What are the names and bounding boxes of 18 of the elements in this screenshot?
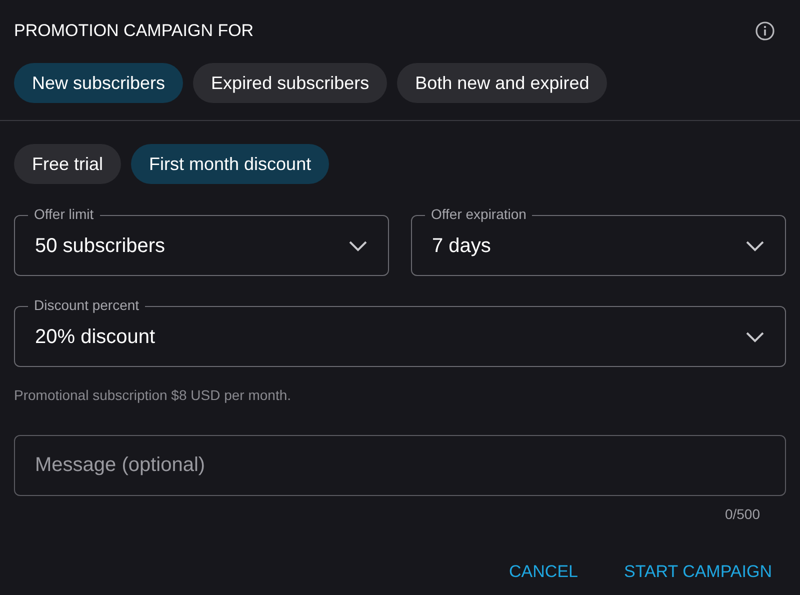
message-field[interactable]: Message (optional) bbox=[14, 435, 786, 496]
offer-type-chip[interactable]: First month discount bbox=[131, 144, 330, 184]
chevron-down-icon bbox=[348, 240, 368, 252]
field-label: Offer expiration bbox=[425, 206, 532, 222]
info-icon[interactable] bbox=[755, 21, 775, 41]
dialog-title: PROMOTION CAMPAIGN FOR bbox=[14, 20, 254, 42]
cancel-button[interactable]: CANCEL bbox=[509, 559, 578, 584]
offer-type-chip[interactable]: Free trial bbox=[14, 144, 122, 184]
audience-chip[interactable]: New subscribers bbox=[14, 63, 184, 103]
audience-chip[interactable]: Expired subscribers bbox=[193, 63, 388, 103]
chevron-down-icon bbox=[745, 240, 765, 252]
audience-chip[interactable]: Both new and expired bbox=[397, 63, 608, 103]
character-counter: 0/500 bbox=[724, 505, 760, 524]
field-label: Offer limit bbox=[28, 206, 100, 222]
start-campaign-button[interactable]: START CAMPAIGN bbox=[624, 559, 772, 584]
chevron-down-icon bbox=[745, 330, 765, 342]
hint-text: Promotional subscription $8 USD per month. bbox=[14, 387, 292, 403]
field-label: Discount percent bbox=[28, 297, 146, 313]
